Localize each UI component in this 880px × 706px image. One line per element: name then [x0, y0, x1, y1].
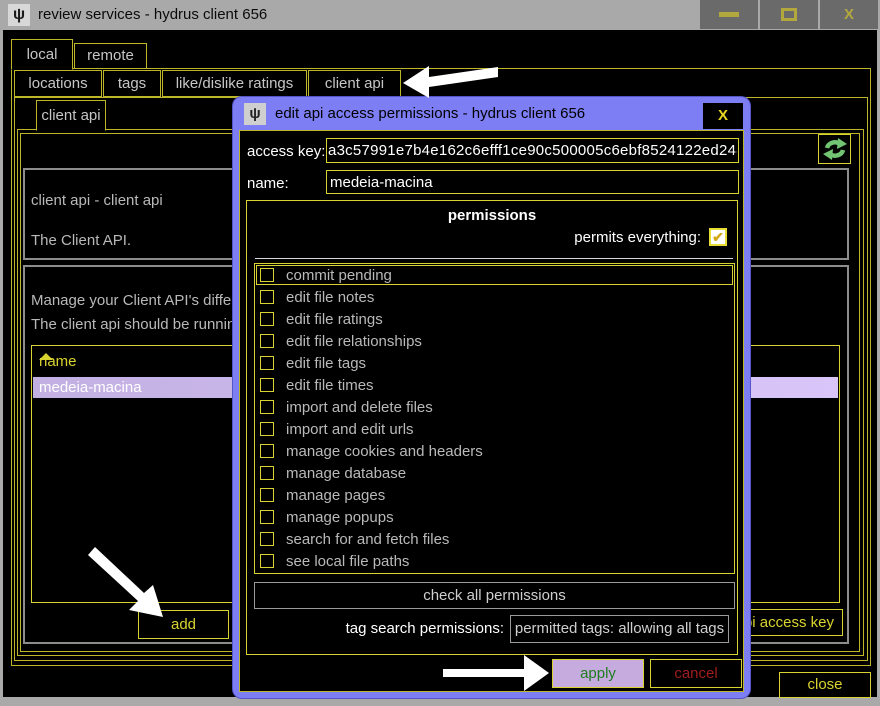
permission-row[interactable]: import and edit urls [255, 418, 734, 440]
edit-api-access-permissions-dialog: ψ edit api access permissions - hydrus c… [233, 97, 750, 698]
permission-checkbox[interactable] [260, 400, 274, 414]
caption-buttons: X [700, 0, 878, 29]
permission-label: manage cookies and headers [286, 443, 483, 460]
maximize-icon [781, 8, 797, 21]
permission-checkbox[interactable] [260, 532, 274, 546]
permission-row[interactable]: import and delete files [255, 396, 734, 418]
screen: ψ review services - hydrus client 656 X … [0, 0, 880, 706]
permission-row[interactable]: edit file notes [255, 286, 734, 308]
permission-checkbox[interactable] [260, 378, 274, 392]
permission-checkbox[interactable] [260, 334, 274, 348]
sort-ascending-icon [39, 353, 53, 360]
permissions-panel: permissions permits everything: ✔ commit… [246, 200, 738, 655]
subtab-client-api[interactable]: client api [308, 70, 401, 99]
permission-row[interactable]: search for and fetch files [255, 528, 734, 550]
permission-label: edit file relationships [286, 333, 422, 350]
minimize-icon [719, 12, 739, 17]
hydrus-dialog-icon: ψ [244, 103, 266, 125]
permission-row[interactable]: manage pages [255, 484, 734, 506]
permission-label: see local file paths [286, 553, 409, 570]
check-all-permissions-button[interactable]: check all permissions [254, 582, 735, 609]
hydrus-app-icon: ψ [8, 4, 30, 26]
minimize-button[interactable] [700, 0, 758, 29]
permission-row[interactable]: edit file ratings [255, 308, 734, 330]
tag-search-permissions-label: tag search permissions: [254, 620, 504, 637]
dialog-body: access key: name: permissions permits ev… [239, 130, 744, 692]
permission-row[interactable]: edit file tags [255, 352, 734, 374]
manage-text-line1: Manage your Client API's differ [31, 292, 236, 309]
permission-checkbox[interactable] [260, 422, 274, 436]
divider [255, 258, 733, 259]
close-button[interactable]: close [779, 672, 871, 698]
tag-search-permissions-button[interactable]: permitted tags: allowing all tags [510, 615, 729, 643]
permits-everything-label: permits everything: [574, 229, 701, 246]
permits-everything-checkbox[interactable]: ✔ [709, 228, 727, 246]
permission-row[interactable]: edit file times [255, 374, 734, 396]
access-key-field[interactable] [326, 138, 739, 163]
permission-checkbox[interactable] [260, 312, 274, 326]
permission-checkbox[interactable] [260, 554, 274, 568]
innertab-client-api[interactable]: client api [36, 100, 106, 131]
permission-row[interactable]: commit pending [255, 264, 734, 286]
permission-checkbox[interactable] [260, 444, 274, 458]
subtab-tags[interactable]: tags [103, 70, 161, 97]
permission-row[interactable]: manage popups [255, 506, 734, 528]
permission-label: search for and fetch files [286, 531, 449, 548]
name-label: name: [247, 175, 289, 192]
apply-button[interactable]: apply [552, 659, 644, 688]
dialog-titlebar: ψ edit api access permissions - hydrus c… [233, 97, 750, 130]
permission-row[interactable]: manage cookies and headers [255, 440, 734, 462]
permission-label: edit file ratings [286, 311, 383, 328]
client-api-description-body: The Client API. [31, 232, 131, 249]
permission-label: edit file tags [286, 355, 366, 372]
window-title: review services - hydrus client 656 [38, 0, 267, 30]
permission-checkbox[interactable] [260, 290, 274, 304]
permission-label: manage pages [286, 487, 385, 504]
permission-label: edit file times [286, 377, 374, 394]
permission-checkbox[interactable] [260, 466, 274, 480]
permission-row[interactable]: manage database [255, 462, 734, 484]
permission-label: import and edit urls [286, 421, 414, 438]
permission-row[interactable]: see local file paths [255, 550, 734, 572]
permission-checkbox[interactable] [260, 268, 274, 282]
subtab-like-dislike-ratings[interactable]: like/dislike ratings [162, 70, 307, 97]
subtab-locations[interactable]: locations [14, 70, 102, 97]
client-api-description-title: client api - client api [31, 192, 163, 209]
permission-checkbox[interactable] [260, 488, 274, 502]
dialog-title: edit api access permissions - hydrus cli… [275, 97, 585, 130]
permission-checkbox[interactable] [260, 510, 274, 524]
permission-checkbox[interactable] [260, 356, 274, 370]
refresh-icon [822, 137, 848, 161]
tab-local[interactable]: local [11, 39, 73, 70]
permission-label: import and delete files [286, 399, 433, 416]
permissions-list[interactable]: commit pending edit file notes edit file… [254, 263, 735, 574]
access-key-label: access key: [247, 143, 325, 160]
tab-remote[interactable]: remote [74, 43, 147, 69]
name-field[interactable] [326, 170, 739, 194]
manage-text-line2: The client api should be runnin [31, 316, 235, 333]
add-button[interactable]: add [138, 610, 229, 639]
maximize-button[interactable] [760, 0, 818, 29]
cancel-button[interactable]: cancel [650, 659, 742, 688]
permissions-panel-title: permissions [247, 207, 737, 224]
permission-label: edit file notes [286, 289, 374, 306]
permission-label: manage database [286, 465, 406, 482]
permission-label: manage popups [286, 509, 394, 526]
dialog-close-button[interactable]: X [703, 103, 743, 129]
refresh-button[interactable] [818, 134, 851, 164]
window-titlebar: ψ review services - hydrus client 656 X [0, 0, 880, 30]
permission-row[interactable]: edit file relationships [255, 330, 734, 352]
close-window-button[interactable]: X [820, 0, 878, 29]
close-icon: X [844, 0, 854, 29]
permission-label: commit pending [286, 267, 392, 284]
